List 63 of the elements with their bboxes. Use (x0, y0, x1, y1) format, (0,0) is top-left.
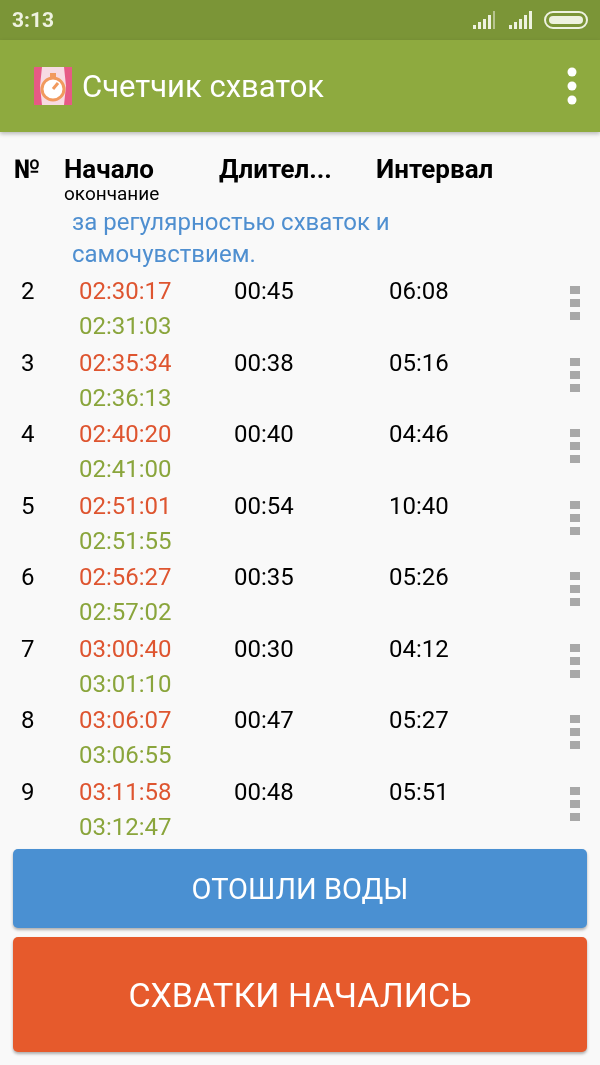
interval: 05:16 (389, 347, 450, 379)
row-number: 7 (21, 633, 36, 665)
water-broke-button[interactable]: ОТОШЛИ ВОДЫ (13, 849, 587, 928)
interval: 05:26 (389, 562, 450, 593)
interval: 10:40 (389, 490, 450, 522)
end-time: 02:36:13 (79, 382, 173, 414)
column-header: Интервал (376, 154, 495, 186)
interval: 04:12 (389, 633, 450, 665)
interval: 05:27 (389, 705, 450, 736)
row-number: 2 (21, 276, 36, 307)
column-subheader: окончание (64, 184, 161, 204)
more-options-icon[interactable] (570, 786, 580, 821)
end-time: 03:01:10 (79, 668, 173, 700)
end-time: 02:41:00 (79, 454, 173, 485)
status-time: 3:13 (12, 8, 55, 32)
interval: 05:51 (389, 776, 450, 808)
row-number: 3 (21, 347, 36, 379)
contractions-started-button[interactable]: СХВАТКИ НАЧАЛИСЬ (13, 937, 587, 1052)
signal-icon (472, 11, 496, 29)
duration: 00:35 (234, 562, 295, 593)
start-time: 03:11:58 (79, 776, 173, 808)
interval: 06:08 (389, 276, 450, 307)
start-time: 02:35:34 (79, 347, 173, 379)
start-time: 02:30:17 (79, 276, 173, 307)
start-time: 02:40:20 (79, 419, 173, 450)
column-header: Длител... (219, 154, 333, 186)
signal-icon (508, 11, 532, 29)
interval: 04:46 (389, 419, 450, 450)
start-time: 02:51:01 (79, 490, 173, 522)
more-options-icon[interactable] (570, 429, 580, 463)
start-time: 02:56:27 (79, 562, 173, 593)
column-header: № (14, 154, 42, 186)
column-header: Начало (64, 154, 155, 184)
end-time: 02:51:55 (79, 525, 173, 557)
stopwatch-icon (33, 66, 73, 106)
row-number: 5 (21, 490, 36, 522)
duration: 00:48 (234, 776, 295, 808)
app-title: Счетчик схваток (82, 67, 326, 105)
duration: 00:45 (234, 276, 295, 307)
duration: 00:47 (234, 705, 295, 736)
duration: 00:38 (234, 347, 295, 379)
start-time: 03:00:40 (79, 633, 173, 665)
duration: 00:30 (234, 633, 295, 665)
battery-icon (544, 11, 588, 29)
end-time: 02:57:02 (79, 597, 173, 628)
row-number: 6 (21, 562, 36, 593)
start-time: 03:06:07 (79, 705, 173, 736)
end-time: 03:12:47 (79, 811, 173, 843)
more-options-icon[interactable] (570, 643, 580, 678)
row-number: 9 (21, 776, 36, 808)
end-time: 03:06:55 (79, 740, 173, 771)
hint-text: за регулярностью схваток и самочувствием. (72, 207, 391, 270)
more-options-icon[interactable] (570, 715, 580, 749)
more-options-icon[interactable] (570, 500, 580, 535)
end-time: 02:31:03 (79, 311, 173, 342)
more-options-icon[interactable] (570, 286, 580, 320)
overflow-menu-icon[interactable] (566, 67, 578, 105)
more-options-icon[interactable] (570, 572, 580, 606)
row-number: 8 (21, 705, 36, 736)
duration: 00:54 (234, 490, 295, 522)
duration: 00:40 (234, 419, 295, 450)
row-number: 4 (21, 419, 36, 450)
more-options-icon[interactable] (570, 357, 580, 392)
